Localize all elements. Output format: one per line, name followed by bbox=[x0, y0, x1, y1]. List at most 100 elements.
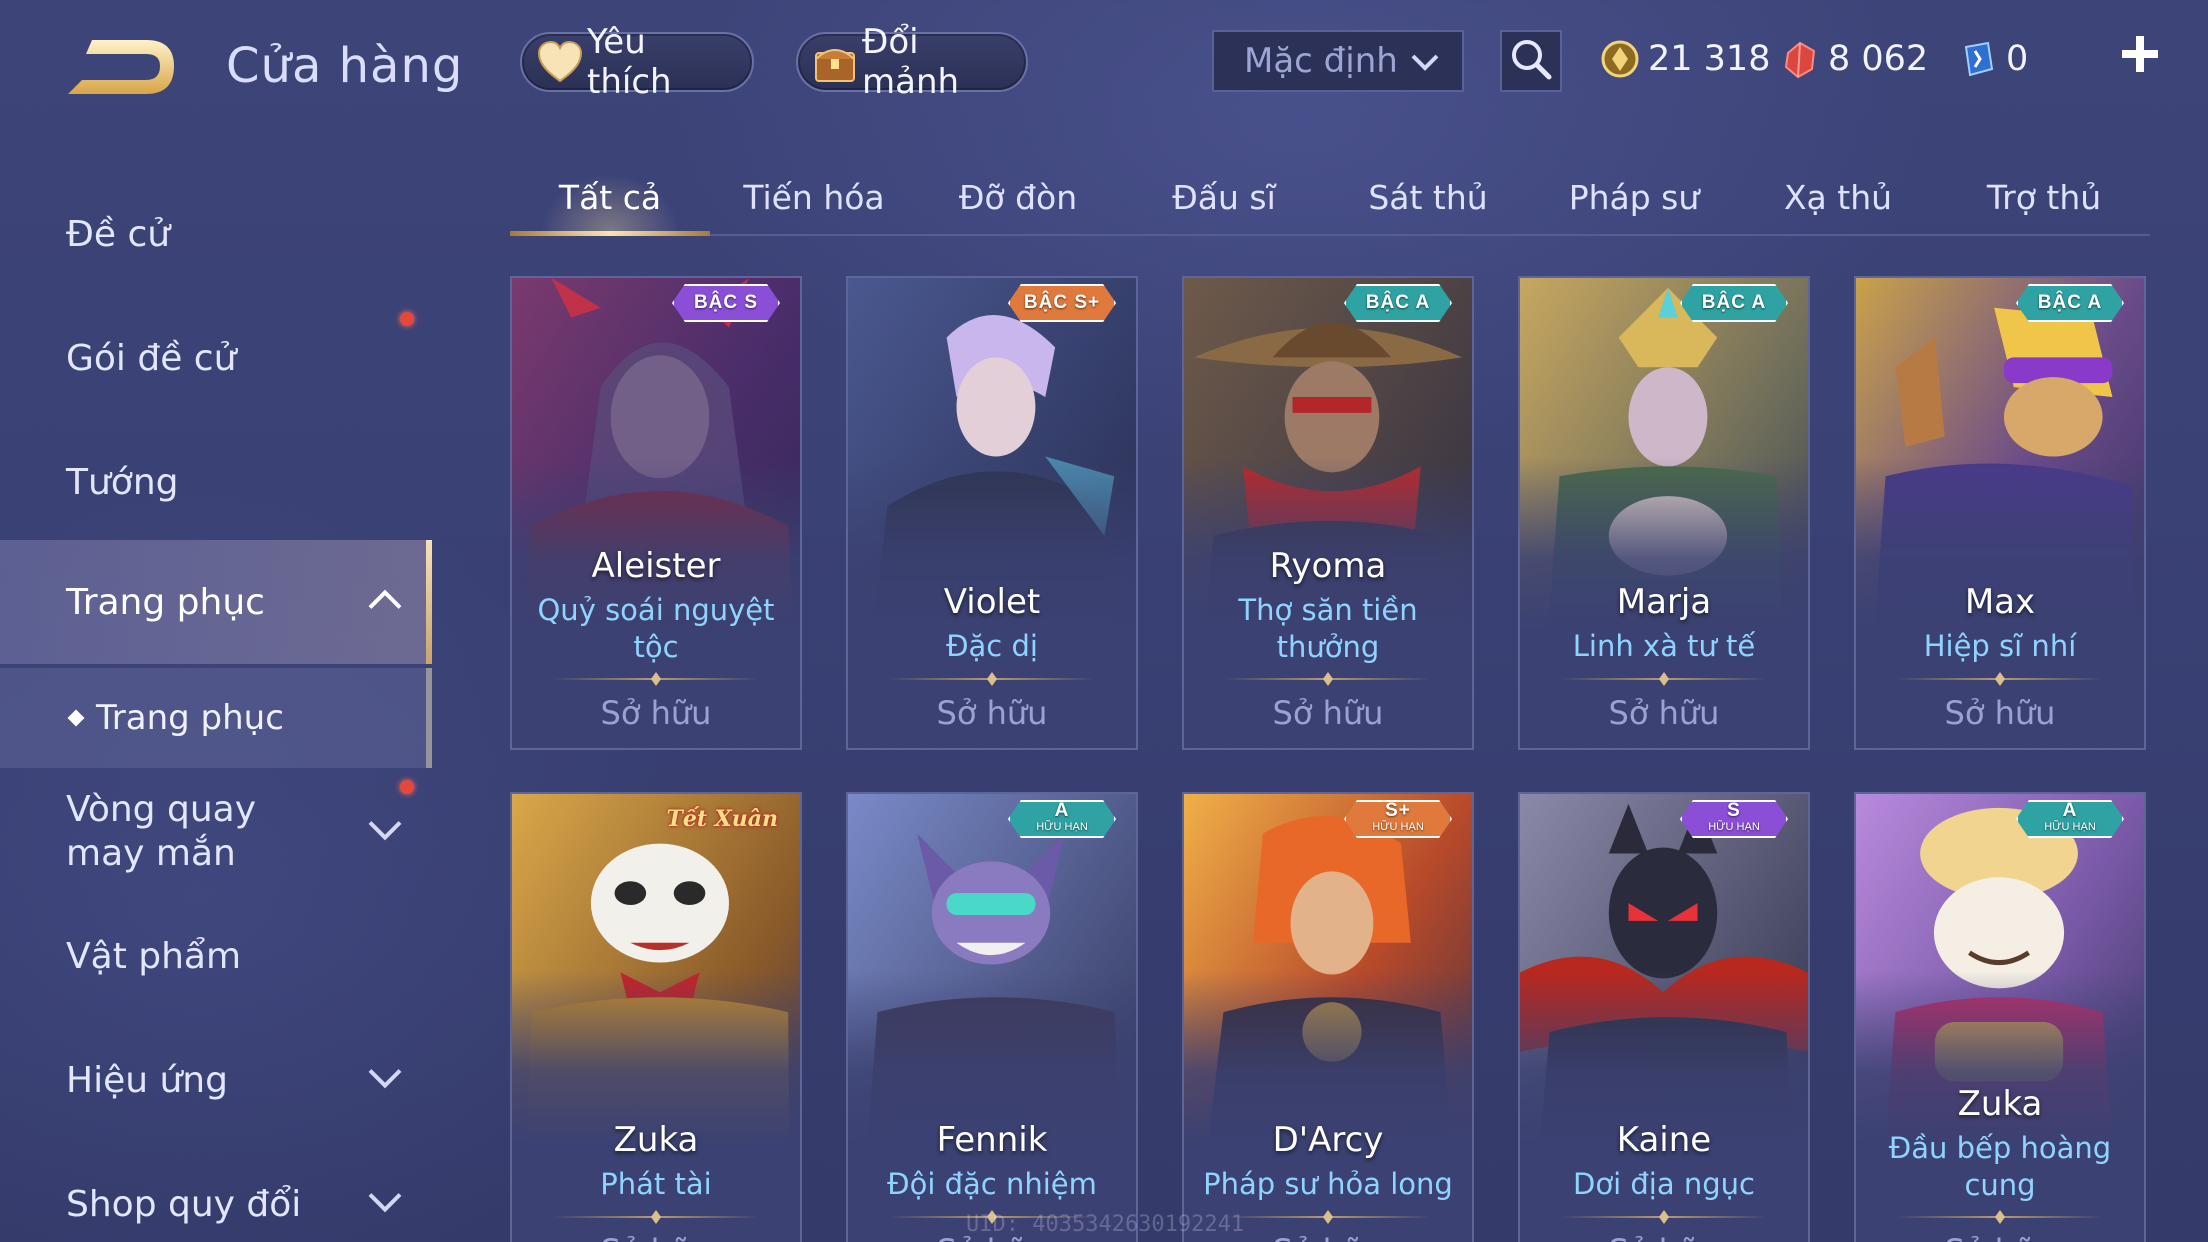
skin-card[interactable]: BẬC S Aleister Quỷ soái nguyệt tộc Sở hữ… bbox=[510, 276, 802, 750]
gold-amount: 21 318 bbox=[1648, 39, 1771, 79]
tier-badge-label: BẬC A bbox=[2037, 292, 2103, 313]
top-bar: Cửa hàng Yêu thích Đổi mảnh Mặc định 21 … bbox=[0, 0, 2208, 130]
tier-badge: A HỮU HẠN bbox=[1008, 794, 1116, 844]
chevron-down-icon bbox=[366, 1060, 404, 1101]
tab-fighter[interactable]: Đấu sĩ bbox=[1124, 160, 1324, 234]
sidebar-subitem-skins[interactable]: Trang phục bbox=[0, 668, 432, 768]
ownership-status: Sở hữu bbox=[1944, 694, 2056, 732]
ownership-status: Sở hữu bbox=[936, 694, 1048, 732]
skin-name: Hiệp sĩ nhí bbox=[1923, 629, 2077, 663]
favorites-button[interactable]: Yêu thích bbox=[520, 22, 754, 102]
tier-badge: S HỮU HẠN bbox=[1680, 794, 1788, 844]
skin-card[interactable]: AHỮU HẠN Fennik Đội đặc nhiệm Sở hữu bbox=[846, 792, 1138, 1242]
hero-name: Ryoma bbox=[1269, 546, 1387, 586]
skin-name: Dơi địa ngục bbox=[1573, 1167, 1755, 1201]
sidebar: Đề cử Gói đề cử Tướng Trang phục Trang p… bbox=[0, 160, 432, 1242]
page-title: Cửa hàng bbox=[226, 38, 464, 94]
sidebar-item-exchange-shop[interactable]: Shop quy đổi bbox=[0, 1142, 432, 1242]
sidebar-item-items[interactable]: Vật phẩm bbox=[0, 894, 432, 1018]
back-arrow-icon[interactable] bbox=[62, 32, 182, 102]
sidebar-subitem-label: Trang phục bbox=[96, 698, 284, 738]
heart-icon bbox=[536, 38, 583, 86]
skin-name: Đầu bếp hoàng cung bbox=[1888, 1131, 2112, 1202]
tier-badge-label: BẬC A bbox=[1701, 292, 1767, 313]
hero-name: Aleister bbox=[591, 546, 721, 586]
hero-name: Max bbox=[1964, 582, 2036, 622]
event-tag: Tết Xuân bbox=[666, 806, 778, 832]
sidebar-item-heroes[interactable]: Tướng bbox=[0, 420, 432, 544]
tier-badge-label: A bbox=[2062, 800, 2078, 821]
tab-label: Đỡ đòn bbox=[958, 177, 1078, 217]
voucher-amount: 8 062 bbox=[1828, 39, 1929, 79]
notification-dot bbox=[400, 780, 414, 794]
tab-label: Trợ thủ bbox=[1986, 177, 2102, 217]
skin-card[interactable]: S+HỮU HẠN D'Arcy Pháp sư hỏa long Sở hữu bbox=[1182, 792, 1474, 1242]
skin-card[interactable]: BẬC A Marja Linh xà tư tế Sở hữu bbox=[1518, 276, 1810, 750]
notification-dot bbox=[400, 312, 414, 326]
sidebar-item-label: Vật phẩm bbox=[66, 935, 242, 977]
sidebar-item-recommended-packs[interactable]: Gói đề cử bbox=[0, 296, 432, 420]
treasure-chest-icon bbox=[812, 38, 858, 86]
tab-marksman[interactable]: Xạ thủ bbox=[1738, 160, 1938, 234]
add-currency-button[interactable] bbox=[2120, 34, 2160, 74]
chevron-down-icon bbox=[1408, 46, 1442, 89]
tab-label: Tất cả bbox=[558, 177, 662, 217]
tab-mage[interactable]: Pháp sư bbox=[1534, 160, 1734, 234]
chevron-down-icon bbox=[366, 812, 404, 853]
tab-support[interactable]: Trợ thủ bbox=[1944, 160, 2144, 234]
search-button[interactable] bbox=[1500, 30, 1562, 92]
skin-card[interactable]: BẬC S+ Violet Đặc dị Sở hữu bbox=[846, 276, 1138, 750]
sidebar-item-recommended[interactable]: Đề cử bbox=[0, 172, 432, 296]
sidebar-item-label: Gói đề cử bbox=[66, 337, 237, 379]
tab-label: Tiến hóa bbox=[743, 177, 885, 217]
hero-name: Marja bbox=[1616, 582, 1712, 622]
skin-card[interactable]: AHỮU HẠN Zuka Đầu bếp hoàng cung Sở hữu bbox=[1854, 792, 2146, 1242]
tab-all[interactable]: Tất cả bbox=[510, 160, 710, 236]
skin-card[interactable]: BẬC A Ryoma Thợ săn tiền thưởng Sở hữu bbox=[1182, 276, 1474, 750]
red-gem-icon bbox=[1780, 39, 1820, 79]
sidebar-item-lucky-wheel[interactable]: Vòng quay may mắn bbox=[0, 770, 432, 894]
exchange-fragments-label: Đổi mảnh bbox=[862, 22, 960, 102]
sidebar-item-label: Tướng bbox=[66, 461, 179, 503]
card-divider bbox=[1896, 678, 2104, 680]
sidebar-item-effects[interactable]: Hiệu ứng bbox=[0, 1018, 432, 1142]
card-divider bbox=[1224, 1216, 1432, 1218]
skin-grid: BẬC S Aleister Quỷ soái nguyệt tộc Sở hữ… bbox=[510, 276, 2150, 1242]
exchange-fragments-button[interactable]: Đổi mảnh bbox=[796, 22, 1028, 102]
tier-badge-label: A bbox=[1054, 800, 1070, 821]
tab-label: Sát thủ bbox=[1368, 177, 1488, 217]
card-divider bbox=[1224, 678, 1432, 680]
tier-badge: BẬC A bbox=[1680, 278, 1788, 328]
tab-label: Xạ thủ bbox=[1783, 177, 1893, 217]
tab-assassin[interactable]: Sát thủ bbox=[1328, 160, 1528, 234]
sidebar-item-label: Hiệu ứng bbox=[66, 1059, 228, 1101]
ownership-status: Sở hữu bbox=[600, 694, 712, 732]
tier-badge: BẬC A bbox=[1344, 278, 1452, 328]
tier-badge: S+ HỮU HẠN bbox=[1344, 794, 1452, 844]
card-divider bbox=[1560, 678, 1768, 680]
tab-evolution[interactable]: Tiến hóa bbox=[714, 160, 914, 234]
search-icon bbox=[1509, 37, 1553, 85]
skin-card[interactable]: BẬC A Max Hiệp sĩ nhí Sở hữu bbox=[1854, 276, 2146, 750]
sidebar-item-skins[interactable]: Trang phục bbox=[0, 540, 432, 664]
skin-card[interactable]: SHỮU HẠN Kaine Dơi địa ngục Sở hữu bbox=[1518, 792, 1810, 1242]
gold-coin-icon bbox=[1600, 39, 1640, 79]
skin-name: Linh xà tư tế bbox=[1572, 629, 1756, 663]
ownership-status: Sở hữu bbox=[1608, 694, 1720, 732]
category-tabs: Tất cả Tiến hóa Đỡ đòn Đấu sĩ Sát thủ Ph… bbox=[510, 160, 2150, 236]
card-divider bbox=[552, 1216, 760, 1218]
tier-badge: BẬC S+ bbox=[1008, 278, 1116, 328]
sidebar-item-label: Đề cử bbox=[66, 213, 171, 255]
tab-tank[interactable]: Đỡ đòn bbox=[918, 160, 1118, 234]
chevron-up-icon bbox=[366, 582, 404, 623]
sidebar-item-label: Trang phục bbox=[66, 581, 265, 623]
skin-name: Pháp sư hỏa long bbox=[1203, 1167, 1453, 1201]
hero-name: Violet bbox=[943, 582, 1041, 622]
sidebar-item-label: Vòng quay may mắn bbox=[66, 789, 257, 874]
favorites-label: Yêu thích bbox=[587, 22, 672, 102]
hero-name: Zuka bbox=[613, 1120, 699, 1160]
skin-card[interactable]: Tết Xuân Zuka Phát tài Sở hữu bbox=[510, 792, 802, 1242]
sort-dropdown[interactable]: Mặc định bbox=[1212, 30, 1464, 92]
ownership-status: Sở hữu bbox=[512, 1232, 800, 1242]
tier-badge: BẬC A bbox=[2016, 278, 2124, 328]
